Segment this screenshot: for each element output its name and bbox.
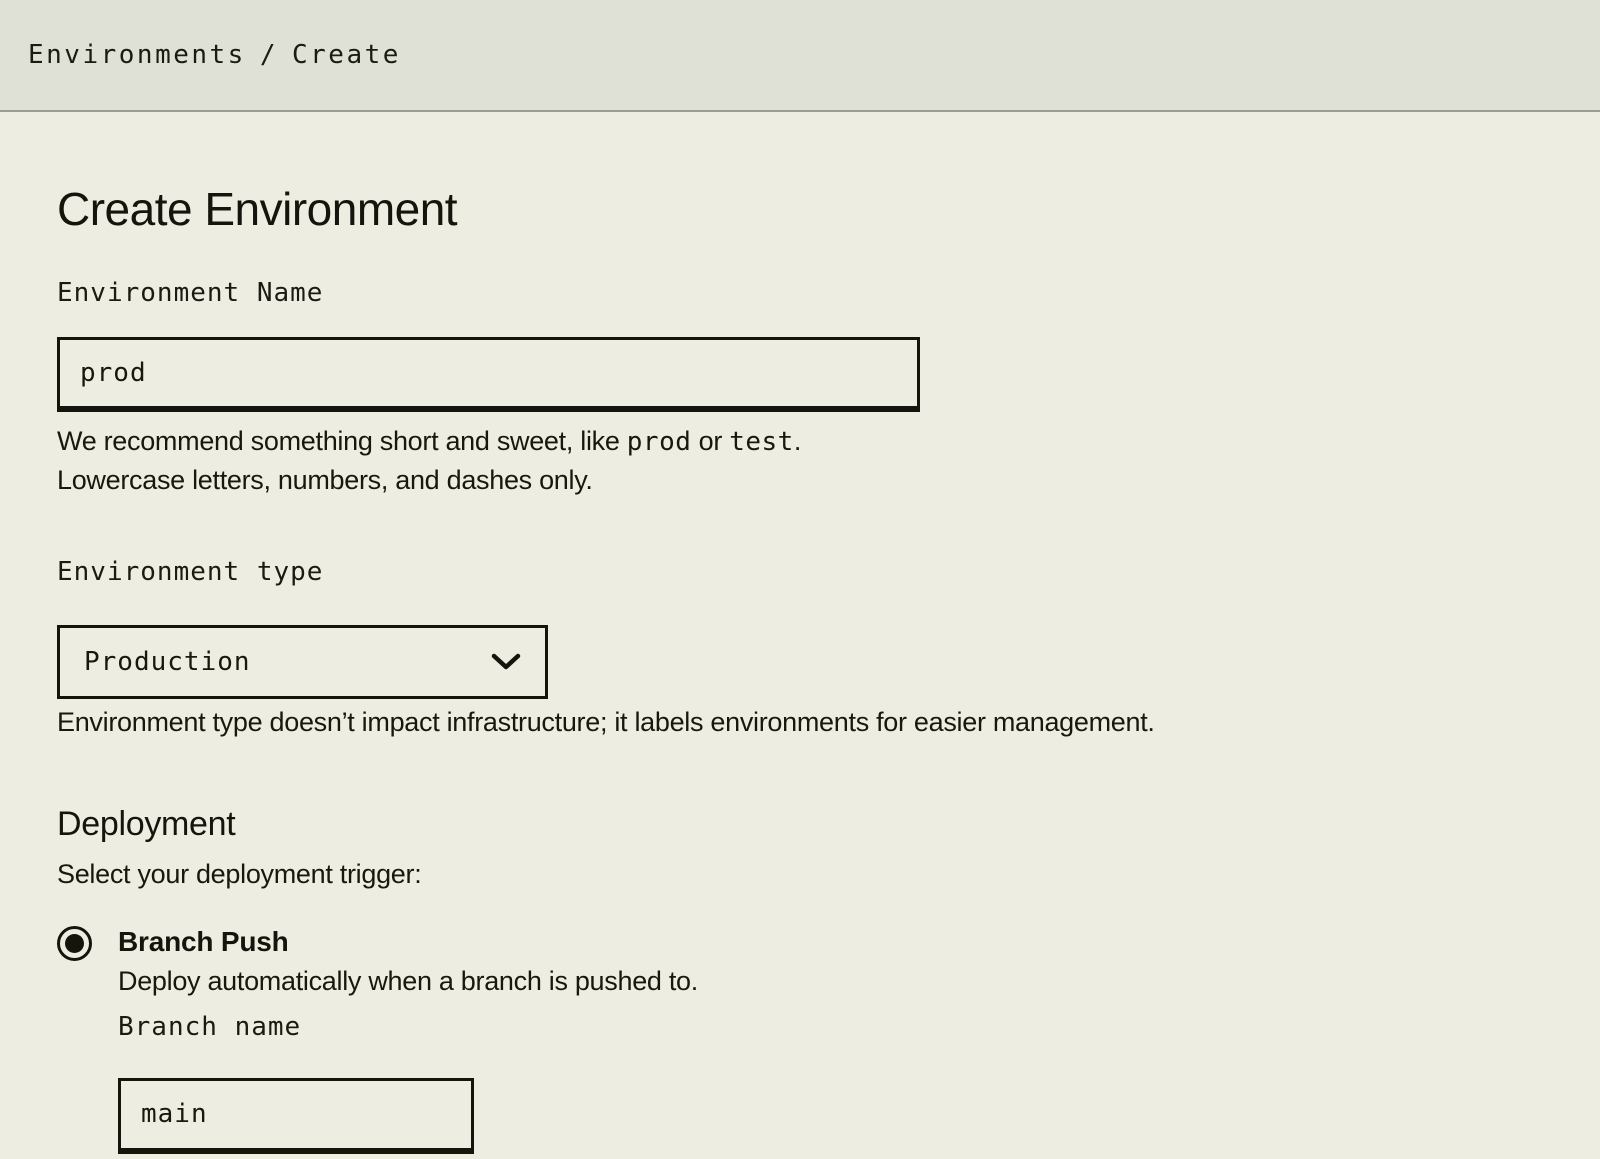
breadcrumb-item-create: Create bbox=[292, 40, 401, 70]
branch-push-option-description: Deploy automatically when a branch is pu… bbox=[118, 962, 698, 1000]
breadcrumb-item-environments[interactable]: Environments bbox=[28, 40, 246, 70]
environment-name-label: Environment Name bbox=[57, 280, 1543, 306]
branch-push-option-label: Branch Push bbox=[118, 924, 698, 960]
breadcrumb-bar: Environments / Create bbox=[0, 0, 1600, 112]
environment-name-help-line2: Lowercase letters, numbers, and dashes o… bbox=[57, 465, 593, 495]
branch-push-option-body: Branch Push Deploy automatically when a … bbox=[118, 924, 698, 1154]
inline-code-prod: prod bbox=[627, 427, 692, 457]
help-text-segment: . bbox=[794, 426, 801, 456]
chevron-down-icon bbox=[491, 653, 521, 671]
environment-type-label: Environment type bbox=[57, 559, 1543, 585]
branch-name-input[interactable] bbox=[118, 1078, 474, 1154]
inline-code-test: test bbox=[729, 427, 794, 457]
deployment-trigger-subtitle: Select your deployment trigger: bbox=[57, 855, 1543, 893]
branch-push-radio[interactable] bbox=[57, 926, 92, 961]
branch-name-label: Branch name bbox=[118, 1014, 698, 1040]
help-text-segment: or bbox=[691, 426, 729, 456]
environment-type-selected-value: Production bbox=[84, 647, 251, 677]
deployment-section-title: Deployment bbox=[57, 804, 1543, 845]
radio-selected-dot bbox=[65, 934, 84, 953]
breadcrumb-separator: / bbox=[260, 40, 278, 70]
environment-type-help: Environment type doesn’t impact infrastr… bbox=[57, 703, 1543, 741]
help-text-segment: We recommend something short and sweet, … bbox=[57, 426, 627, 456]
environment-name-help: We recommend something short and sweet, … bbox=[57, 422, 957, 499]
create-environment-form: Create Environment Environment Name We r… bbox=[0, 183, 1600, 1154]
page-title: Create Environment bbox=[57, 183, 1543, 236]
breadcrumb: Environments / Create bbox=[28, 40, 401, 70]
environment-name-input[interactable] bbox=[57, 337, 920, 412]
deployment-option-branch-push: Branch Push Deploy automatically when a … bbox=[57, 924, 1543, 1154]
environment-type-select[interactable]: Production bbox=[57, 625, 548, 699]
